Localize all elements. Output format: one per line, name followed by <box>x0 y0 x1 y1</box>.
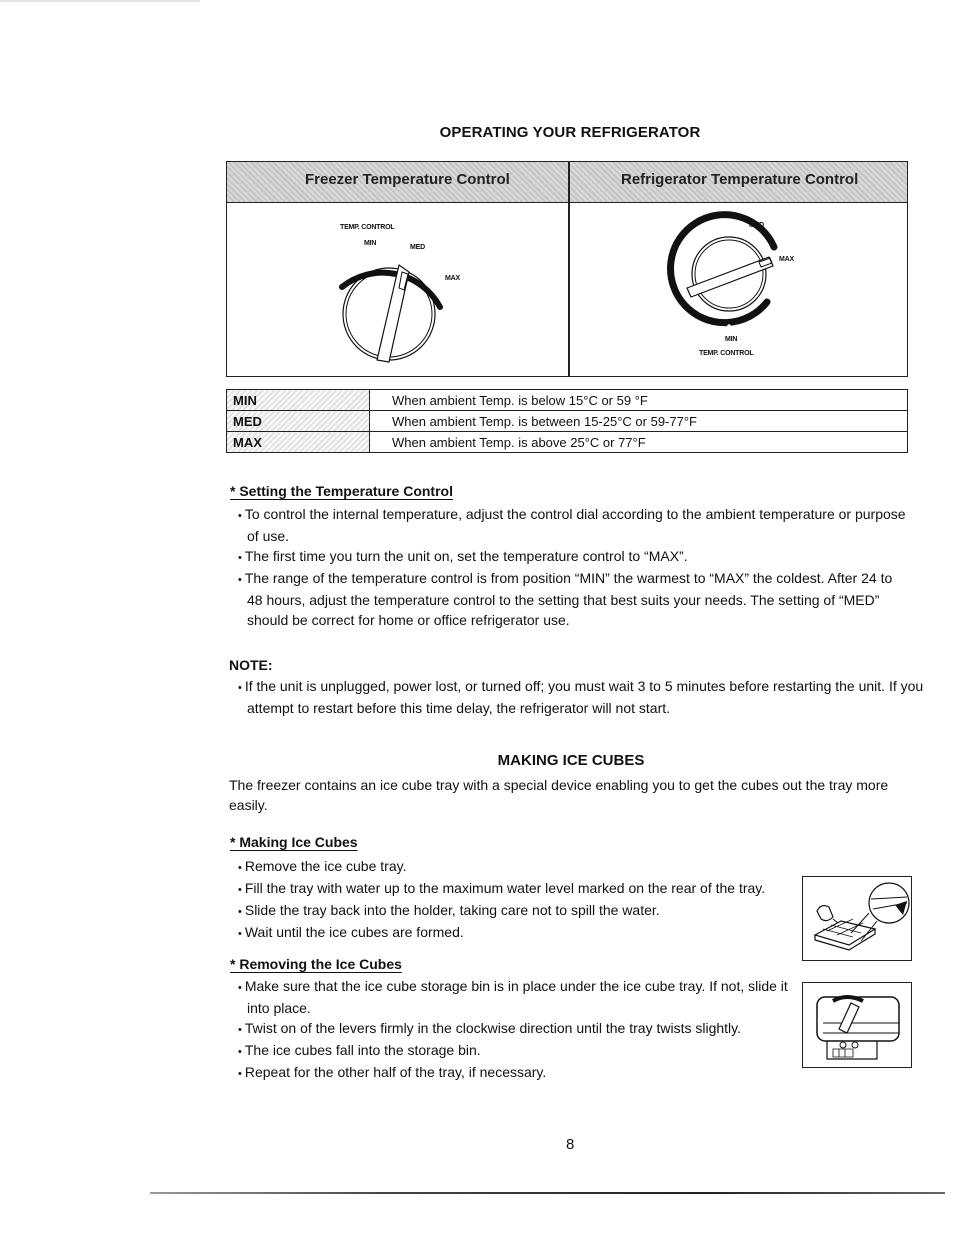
note-heading: NOTE: <box>229 657 273 673</box>
setting-description: When ambient Temp. is above 25°C or 77°F <box>369 431 908 453</box>
freezer-control-header: Freezer Temperature Control <box>305 171 510 188</box>
note-bullets: If the unit is unplugged, power lost, or… <box>237 676 927 718</box>
list-item: Wait until the ice cubes are formed. <box>237 922 797 944</box>
setting-bullets: To control the internal temperature, adj… <box>237 504 909 630</box>
refrigerator-dial-illustration: MED MAX MIN TEMP. CONTROL <box>569 202 907 376</box>
making-ice-heading: * Making Ice Cubes <box>230 834 358 850</box>
ice-tray-twist-icon <box>816 995 900 1060</box>
page-number: 8 <box>566 1136 575 1153</box>
setting-description: When ambient Temp. is below 15°C or 59 °… <box>369 389 908 411</box>
twist-tray-illustration <box>802 982 912 1068</box>
ice-tray-fill-icon <box>813 882 910 951</box>
list-item: To control the internal temperature, adj… <box>237 504 909 546</box>
list-item: The ice cubes fall into the storage bin. <box>237 1040 797 1062</box>
setting-description: When ambient Temp. is between 15-25°C or… <box>369 410 908 432</box>
refrigerator-dial-icon <box>667 211 778 328</box>
table-row: MIN When ambient Temp. is below 15°C or … <box>226 389 908 411</box>
refrigerator-control-header: Refrigerator Temperature Control <box>621 171 859 188</box>
list-item: Remove the ice cube tray. <box>237 856 797 878</box>
making-ice-bullets: Remove the ice cube tray. Fill the tray … <box>237 856 797 944</box>
bottom-rule <box>150 1192 945 1194</box>
setting-section-heading-text: * Setting the Temperature Control <box>230 483 453 499</box>
list-item: Slide the tray back into the holder, tak… <box>237 900 797 922</box>
setting-name: MAX <box>226 431 370 453</box>
ice-section-intro: The freezer contains an ice cube tray wi… <box>229 777 889 813</box>
list-item: Fill the tray with water up to the maxim… <box>237 878 797 900</box>
removing-ice-bullets: Make sure that the ice cube storage bin … <box>237 976 797 1084</box>
removing-ice-heading-text: * Removing the Ice Cubes <box>230 956 402 972</box>
scan-artifact <box>0 0 200 2</box>
controls-table-header: Freezer Temperature Control Refrigerator… <box>227 162 907 203</box>
freezer-dial-icon <box>339 260 443 363</box>
ice-section-title: MAKING ICE CUBES <box>497 752 645 769</box>
list-item: Twist on of the levers firmly in the clo… <box>237 1018 797 1040</box>
list-item: The range of the temperature control is … <box>237 568 909 630</box>
list-item: Make sure that the ice cube storage bin … <box>237 976 797 1018</box>
temperature-controls-table: Freezer Temperature Control Refrigerator… <box>226 161 908 377</box>
setting-name: MED <box>226 410 370 432</box>
setting-section-heading: * Setting the Temperature Control <box>230 483 453 499</box>
page-title: OPERATING YOUR REFRIGERATOR <box>439 124 701 141</box>
list-item: If the unit is unplugged, power lost, or… <box>237 676 927 718</box>
fill-tray-illustration <box>802 876 912 961</box>
freezer-dial-illustration: TEMP. CONTROL MIN MED MAX <box>227 202 568 376</box>
table-row: MED When ambient Temp. is between 15-25°… <box>226 410 908 432</box>
making-ice-heading-text: * Making Ice Cubes <box>230 834 358 850</box>
list-item: Repeat for the other half of the tray, i… <box>237 1062 797 1084</box>
removing-ice-heading: * Removing the Ice Cubes <box>230 956 402 972</box>
setting-name: MIN <box>226 389 370 411</box>
settings-table: MIN When ambient Temp. is below 15°C or … <box>226 389 908 453</box>
list-item: The first time you turn the unit on, set… <box>237 546 909 568</box>
table-row: MAX When ambient Temp. is above 25°C or … <box>226 431 908 453</box>
